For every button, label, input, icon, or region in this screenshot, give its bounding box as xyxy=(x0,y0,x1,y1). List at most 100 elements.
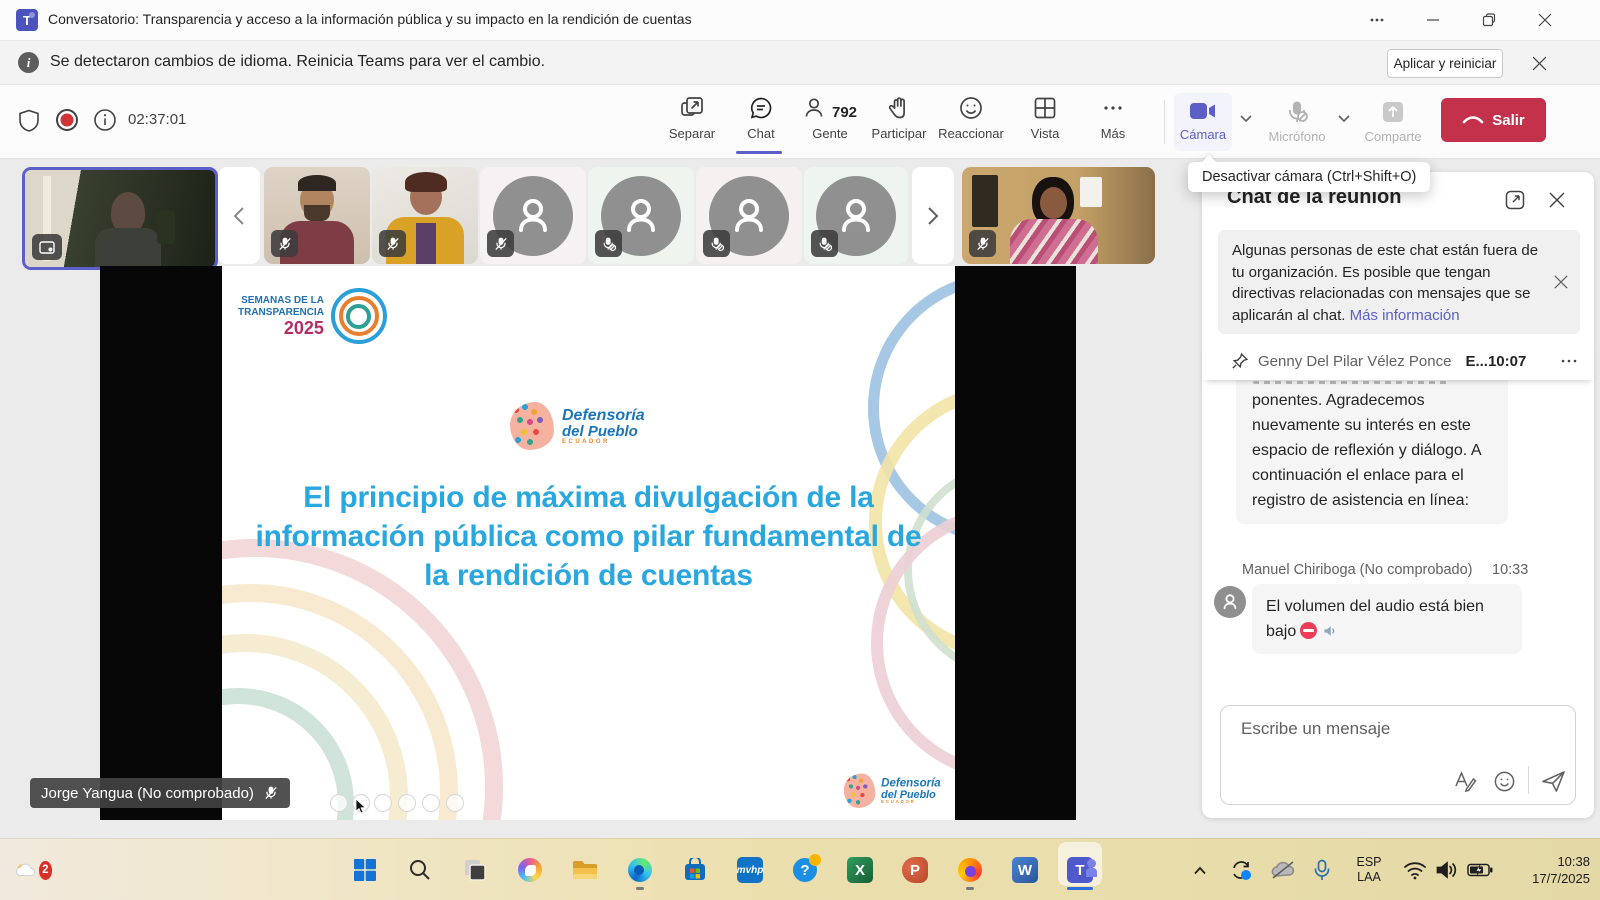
mic-in-use-icon[interactable] xyxy=(1306,850,1338,890)
task-view-icon[interactable] xyxy=(455,850,495,890)
mic-muted-badge xyxy=(969,230,996,257)
mic-muted-icon xyxy=(263,785,279,801)
copilot-icon[interactable] xyxy=(510,850,550,890)
people-count: 792 xyxy=(832,104,857,121)
volume-icon[interactable] xyxy=(1430,850,1464,890)
share-button[interactable]: Comparte xyxy=(1358,93,1428,151)
video-camera-icon xyxy=(1188,99,1218,123)
meeting-info-icon[interactable] xyxy=(93,108,117,132)
start-button[interactable] xyxy=(345,850,385,890)
participant-video-tile[interactable] xyxy=(962,167,1155,264)
view-button[interactable]: Vista xyxy=(1012,95,1078,151)
chat-icon xyxy=(748,95,774,121)
camera-tooltip: Desactivar cámara (Ctrl+Shift+O) xyxy=(1188,162,1430,192)
message-composer[interactable]: Escribe un mensaje xyxy=(1220,705,1576,805)
widgets-badge: 2 xyxy=(37,859,54,882)
get-help-icon[interactable]: ? xyxy=(785,850,825,890)
file-explorer-icon[interactable] xyxy=(565,850,605,890)
chat-popout-icon[interactable] xyxy=(1504,189,1526,211)
chat-close-icon[interactable] xyxy=(1548,191,1566,209)
participant-avatar-tile[interactable] xyxy=(480,167,586,264)
react-button[interactable]: Reaccionar xyxy=(938,95,1004,151)
update-sync-icon[interactable] xyxy=(1224,850,1258,890)
filmstrip-prev-button[interactable] xyxy=(218,167,260,264)
presenter-prev-control[interactable] xyxy=(330,794,348,812)
language-indicator[interactable]: ESP LAA xyxy=(1348,855,1390,885)
filmstrip-next-button[interactable] xyxy=(912,167,954,264)
teams-running-indicator xyxy=(1067,887,1093,890)
leave-button[interactable]: Salir xyxy=(1441,98,1546,142)
smiley-icon xyxy=(958,95,984,121)
popout-button[interactable]: Separar xyxy=(659,95,725,151)
presenter-slides-control[interactable] xyxy=(398,794,416,812)
raised-hand-icon xyxy=(886,95,912,121)
notice-close-icon[interactable] xyxy=(1553,274,1569,290)
word-icon[interactable]: W xyxy=(1005,850,1045,890)
pinned-message-header[interactable]: Genny Del Pilar Vélez Ponce E...10:07 xyxy=(1202,342,1594,380)
mic-muted-badge xyxy=(379,230,406,257)
people-button[interactable]: 792 Gente xyxy=(792,95,868,151)
microsoft-store-icon[interactable] xyxy=(675,850,715,890)
tray-chevron-icon[interactable] xyxy=(1185,850,1215,890)
send-icon[interactable] xyxy=(1541,770,1566,793)
tray-date: 17/7/2025 xyxy=(1470,870,1590,887)
pushpin-icon xyxy=(1230,352,1249,371)
participant-video-tile[interactable] xyxy=(372,167,478,264)
taskbar-clock[interactable]: 10:38 17/7/2025 xyxy=(1470,853,1590,887)
edge-icon[interactable] xyxy=(620,850,660,890)
titlebar-more-button[interactable] xyxy=(1354,0,1400,40)
apply-restart-button[interactable]: Aplicar y reiniciar xyxy=(1387,49,1503,78)
presenter-zoom-control[interactable] xyxy=(422,794,440,812)
excel-icon[interactable]: X xyxy=(840,850,880,890)
window-title: Conversatorio: Transparencia y acceso a … xyxy=(48,11,692,27)
onedrive-paused-icon[interactable] xyxy=(1265,850,1301,890)
pinned-more-icon[interactable] xyxy=(1560,352,1578,370)
more-actions-button[interactable]: Más xyxy=(1080,95,1146,151)
widgets-weather-icon[interactable]: 2 xyxy=(14,850,54,890)
more-info-link[interactable]: Más información xyxy=(1350,307,1460,324)
chat-active-underline xyxy=(736,151,782,154)
presentation-stage: SEMANAS DE LA TRANSPARENCIA 2025 Defenso… xyxy=(100,266,1076,820)
wifi-icon[interactable] xyxy=(1398,850,1432,890)
presenter-more-control[interactable] xyxy=(446,794,464,812)
picture-in-picture-icon[interactable] xyxy=(32,234,62,260)
teams-taskbar-icon[interactable]: T xyxy=(1060,850,1100,890)
banner-close-icon[interactable] xyxy=(1516,43,1562,83)
no-entry-emoji xyxy=(1300,622,1317,639)
search-icon[interactable] xyxy=(400,850,440,890)
pinned-message-text: ponentes. Agradecemos nuevamente su inte… xyxy=(1252,388,1492,513)
restore-button[interactable] xyxy=(1466,0,1512,40)
titlebar: T Conversatorio: Transparencia y acceso … xyxy=(0,0,1600,41)
event-logo: SEMANAS DE LA TRANSPARENCIA 2025 xyxy=(238,288,387,344)
presenter-pen-control[interactable] xyxy=(374,794,392,812)
minimize-button[interactable] xyxy=(1410,0,1456,40)
participant-avatar-tile[interactable] xyxy=(696,167,802,264)
close-window-button[interactable] xyxy=(1522,0,1568,40)
format-icon[interactable] xyxy=(1453,770,1477,792)
active-speaker-video-tile[interactable] xyxy=(22,167,218,270)
participant-video-tile[interactable] xyxy=(264,167,370,264)
participant-avatar-tile[interactable] xyxy=(804,167,908,264)
raise-hand-button[interactable]: Participar xyxy=(866,95,932,151)
myhp-icon[interactable]: mvhp xyxy=(730,850,770,890)
ellipsis-icon xyxy=(1100,95,1126,121)
message-bubble[interactable]: El volumen del audio está bien bajo xyxy=(1252,584,1522,654)
powerpoint-icon[interactable]: P xyxy=(895,850,935,890)
shield-icon xyxy=(18,109,40,133)
people-icon: 792 xyxy=(803,95,857,121)
chat-button[interactable]: Chat xyxy=(728,95,794,151)
shared-slide: SEMANAS DE LA TRANSPARENCIA 2025 Defenso… xyxy=(222,266,955,820)
emoji-icon[interactable] xyxy=(1493,770,1516,793)
teams-app-icon: T xyxy=(16,9,38,31)
mic-muted-icon xyxy=(1284,99,1310,125)
microphone-button[interactable]: Micrófono xyxy=(1262,93,1332,151)
phone-hangup-icon xyxy=(1462,114,1484,126)
message-avatar xyxy=(1214,586,1246,618)
camera-options-chevron[interactable] xyxy=(1239,113,1253,123)
participant-avatar-tile[interactable] xyxy=(588,167,694,264)
microphone-options-chevron[interactable] xyxy=(1337,113,1351,123)
event-logo-rings xyxy=(331,288,387,344)
org-logo: Defensoría del Pueblo ECUADOR xyxy=(510,402,645,450)
firefox-icon[interactable] xyxy=(950,850,990,890)
camera-button[interactable]: Cámara xyxy=(1174,93,1232,151)
